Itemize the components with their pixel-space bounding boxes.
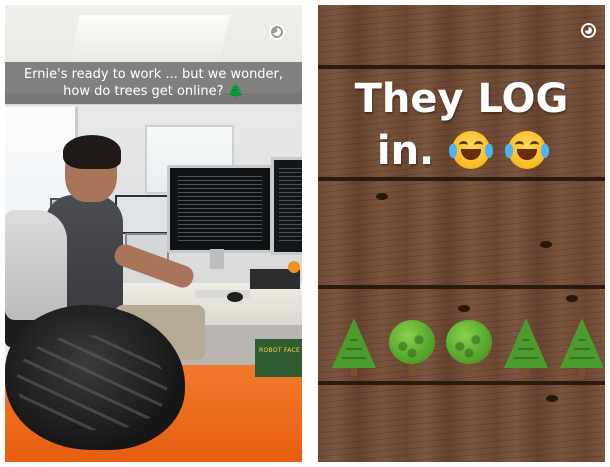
ceiling-light <box>70 15 230 60</box>
laughing-emoji-icon <box>505 131 550 169</box>
tree-emoji-row <box>330 318 605 383</box>
right-snap-image: They LOG in. <box>318 5 605 462</box>
snap-headline: They LOG in. <box>318 73 605 177</box>
headline-line-2-wrap: in. <box>318 125 605 177</box>
orange-object <box>288 261 300 273</box>
monitor-stand <box>210 249 224 269</box>
wood-plank <box>318 181 605 285</box>
wood-knot <box>458 305 470 312</box>
book-title: ROBOT FACE <box>259 347 301 354</box>
evergreen-tree-icon <box>330 318 378 378</box>
snap-timer-icon <box>269 24 285 40</box>
laughing-emoji-icon <box>449 131 494 169</box>
snap-caption-bar: Ernie's ready to work ... but we wonder,… <box>5 62 302 104</box>
wood-knot <box>540 241 552 248</box>
computer-mouse <box>227 292 243 302</box>
wood-plank <box>318 385 605 462</box>
person-hair <box>63 135 121 169</box>
deciduous-tree-icon <box>445 318 493 378</box>
headline-line-1: They LOG <box>354 76 569 122</box>
green-book: ROBOT FACE <box>255 339 302 377</box>
wood-knot <box>566 295 578 302</box>
second-monitor <box>271 157 302 255</box>
wood-plank <box>318 5 605 65</box>
snap-caption: Ernie's ready to work ... but we wonder,… <box>23 67 284 99</box>
code-lines <box>279 168 302 244</box>
evergreen-tree-icon <box>502 318 550 378</box>
background-monitor <box>115 195 169 234</box>
left-snap-photo: ROBOT FACE Ernie's ready to work ... but… <box>5 5 302 462</box>
evergreen-tree-icon <box>558 318 605 378</box>
code-monitor <box>167 165 273 253</box>
jacket-on-chair <box>5 210 67 320</box>
deciduous-tree-icon <box>388 318 436 378</box>
wood-knot <box>546 395 558 402</box>
code-lines <box>178 176 262 242</box>
snap-timer-icon <box>581 23 596 38</box>
headline-line-2: in. <box>376 128 435 174</box>
wood-knot <box>376 193 388 200</box>
